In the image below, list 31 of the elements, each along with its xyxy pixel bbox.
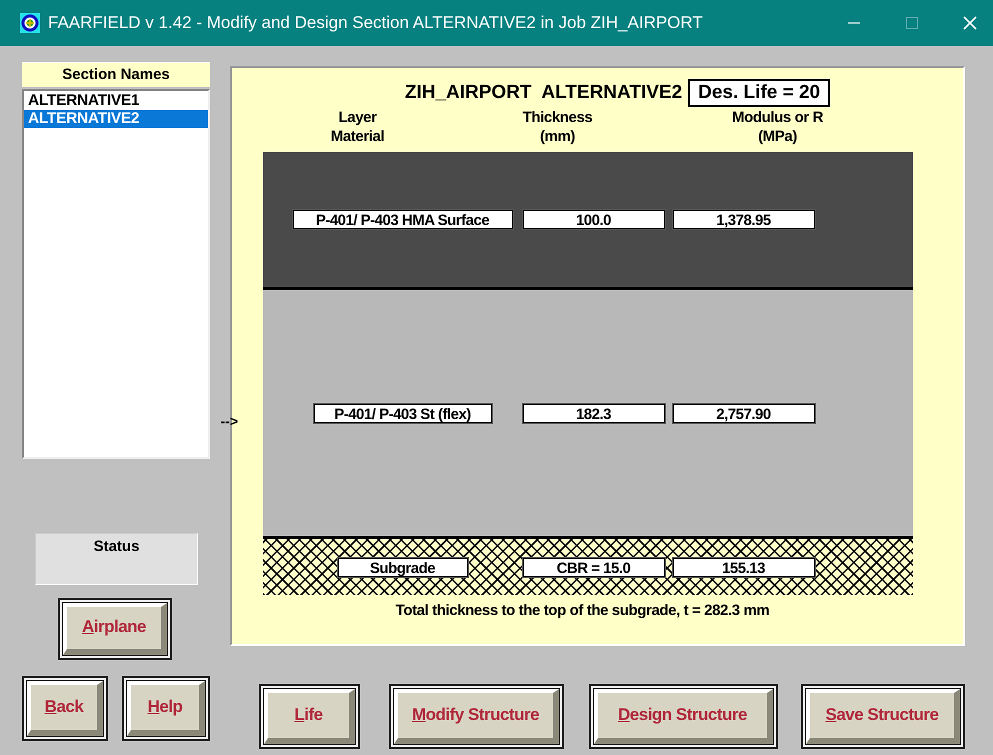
total-thickness-text: Total thickness to the top of the subgrade, t = 282.3 mm bbox=[396, 602, 770, 619]
modulus-field[interactable]: 1,378.95 bbox=[672, 210, 814, 229]
material-field[interactable]: P-401/ P-403 HMA Surface bbox=[292, 210, 512, 229]
app-icon bbox=[20, 13, 40, 33]
help-button[interactable]: Help bbox=[122, 676, 210, 741]
material-field[interactable]: P-401/ P-403 St (flex) bbox=[314, 404, 492, 422]
material-field[interactable]: Subgrade bbox=[338, 558, 468, 576]
window-title: FAARFIELD v 1.42 - Modify and Design Section ALTERNATIVE2 in Job ZIH_AIRPORT bbox=[48, 13, 704, 33]
design-life-label: Des. Life = 20 bbox=[688, 79, 830, 107]
column-header: Modulus or R (MPa) bbox=[730, 108, 824, 147]
section-list[interactable]: ALTERNATIVE1 ALTERNATIVE2 bbox=[22, 89, 210, 459]
thickness-field[interactable]: 100.0 bbox=[522, 210, 664, 229]
thickness-field[interactable]: 182.3 bbox=[522, 404, 664, 422]
column-header: Thickness (mm) bbox=[522, 108, 594, 147]
section-item[interactable]: ALTERNATIVE1 bbox=[24, 92, 208, 110]
action-button[interactable]: Design Structure bbox=[589, 684, 778, 749]
close-button[interactable] bbox=[962, 15, 978, 31]
modulus-field[interactable]: 2,757.90 bbox=[672, 404, 814, 422]
status-box: Status bbox=[35, 533, 198, 585]
airplane-button[interactable]: Airplane bbox=[58, 598, 172, 660]
action-button[interactable]: Save Structure bbox=[801, 684, 965, 749]
list-header: Section Names bbox=[22, 62, 210, 87]
action-button[interactable]: Modify Structure bbox=[389, 684, 564, 749]
thickness-field[interactable]: CBR = 15.0 bbox=[522, 558, 664, 576]
column-header: Layer Material bbox=[330, 108, 386, 147]
action-button[interactable]: Life bbox=[259, 684, 360, 749]
back-button[interactable]: Back bbox=[22, 676, 108, 741]
section-item[interactable]: ALTERNATIVE2 bbox=[24, 110, 208, 128]
structure-title: ZIH_AIRPORT ALTERNATIVE2 bbox=[404, 82, 682, 104]
modulus-field[interactable]: 155.13 bbox=[672, 558, 814, 576]
current-layer-pointer: --> bbox=[220, 413, 238, 429]
